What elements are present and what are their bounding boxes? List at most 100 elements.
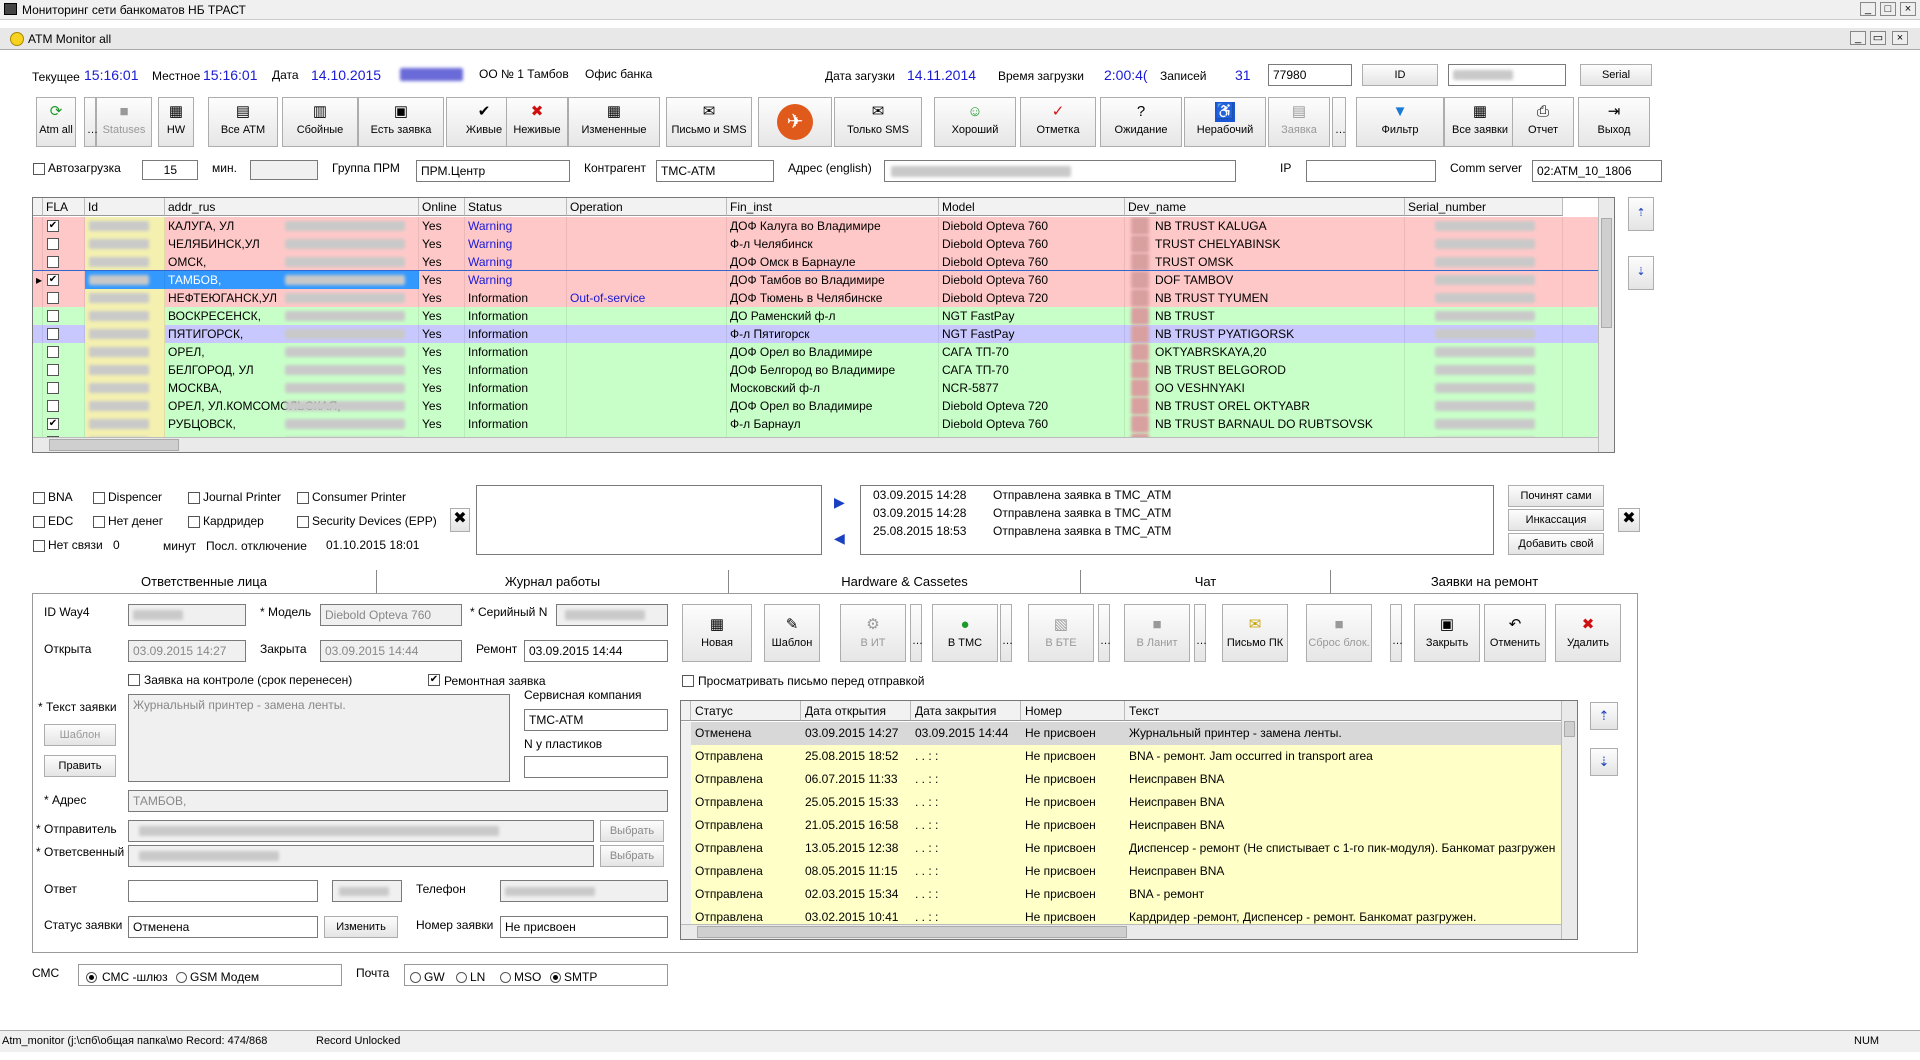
model-field[interactable]: Diebold Opteva 760 — [320, 604, 462, 626]
mdi-close-icon[interactable]: × — [1892, 31, 1908, 45]
group-field[interactable]: ПРМ.Центр — [416, 160, 570, 182]
id-button[interactable]: ID — [1362, 64, 1438, 86]
requests-header[interactable]: Дата закрытия — [911, 701, 1021, 721]
tab-chat[interactable]: Чат — [1081, 570, 1331, 594]
template-button[interactable]: Шаблон — [44, 724, 116, 746]
grid-header[interactable]: Operation — [567, 198, 727, 216]
grid-header[interactable] — [33, 198, 43, 216]
toolbar-more-icon[interactable]: … — [84, 97, 98, 147]
reset-block-request-button[interactable]: ■ Сброс блок. — [1306, 604, 1372, 662]
tab-responsible[interactable]: Ответственные лица — [32, 570, 377, 594]
choose-responsible-button[interactable]: Выбрать — [600, 845, 664, 867]
plane-button[interactable]: ✈ — [758, 97, 832, 147]
num-field[interactable]: Не присвоен — [500, 916, 668, 938]
arrow-right-icon[interactable]: ▶ — [834, 494, 845, 511]
cardreader-checkbox[interactable] — [188, 516, 200, 528]
address-form-field[interactable]: ТАМБОВ, — [128, 790, 668, 812]
row-checkbox[interactable] — [47, 382, 59, 394]
requests-header[interactable]: Дата открытия — [801, 701, 911, 721]
delete-request-button[interactable]: ✖ Удалить — [1555, 604, 1621, 662]
control-checkbox[interactable] — [128, 674, 140, 686]
ln-radio[interactable] — [456, 972, 467, 983]
table-row[interactable]: ✔ КАЛУГА, УЛ Yes Warning ДОФ Калуга во Влади… — [33, 217, 1598, 235]
all-atm-button[interactable]: ▤ Все АТМ — [208, 97, 278, 147]
table-row[interactable]: ОМСК, Yes Warning ДОФ Омск в Барнауле Diebol… — [33, 253, 1598, 271]
to-tms-request-button[interactable]: ● В ТМС — [932, 604, 998, 662]
requests-header[interactable]: Статус — [691, 701, 801, 721]
row-checkbox[interactable] — [47, 328, 59, 340]
template-request-button[interactable]: ✎ Шаблон — [764, 604, 820, 662]
request-more-icon[interactable]: … — [1098, 604, 1111, 662]
row-checkbox[interactable] — [47, 292, 59, 304]
request-row[interactable]: Отправлена 21.05.2015 16:58 . . : : Не прис… — [681, 814, 1563, 837]
row-checkbox[interactable]: ✔ — [47, 274, 59, 286]
table-row[interactable]: МОСКВА, Yes Information Московский ф-л NCR-5… — [33, 379, 1598, 397]
contractor-field[interactable]: ТМС-АТМ — [656, 160, 774, 182]
repair-request-checkbox[interactable]: ✔ — [428, 674, 440, 686]
clear-log-icon[interactable]: ✖ — [1618, 508, 1640, 532]
minimize-icon[interactable]: _ — [1860, 2, 1876, 16]
cancel-request-button[interactable]: ↶ Отменить — [1484, 604, 1546, 662]
new-request-button[interactable]: ▦ Новая — [682, 604, 752, 662]
journal-checkbox[interactable] — [188, 492, 200, 504]
dead-button[interactable]: ✖ Неживые — [506, 97, 568, 147]
statuses-button[interactable]: ■ Statuses — [96, 97, 152, 147]
only-sms-button[interactable]: ✉ Только SMS — [834, 97, 922, 147]
phone-field[interactable] — [500, 880, 668, 902]
request-row[interactable]: Отменена 03.09.2015 14:27 03.09.2015 14:44… — [681, 722, 1563, 745]
mdi-restore-icon[interactable]: ▭ — [1870, 31, 1886, 45]
mdi-minimize-icon[interactable]: _ — [1850, 31, 1866, 45]
tab-hardware[interactable]: Hardware & Cassetes — [729, 570, 1081, 594]
no-money-checkbox[interactable] — [93, 516, 105, 528]
table-row[interactable]: ▸ ✔ ТАМБОВ, Yes Warning ДОФ Тамбов во Владими… — [33, 270, 1599, 290]
table-row[interactable]: ✔ РУБЦОВСК, Yes Information Ф-л Барнаул Diebo… — [33, 415, 1598, 433]
serial-input[interactable] — [1448, 64, 1566, 86]
collection-button[interactable]: Инкассация — [1508, 509, 1604, 531]
horizontal-scrollbar[interactable] — [33, 437, 1598, 452]
row-checkbox[interactable] — [47, 256, 59, 268]
request-row[interactable]: Отправлена 25.05.2015 15:33 . . : : Не прис… — [681, 791, 1563, 814]
grid-header[interactable]: Status — [465, 198, 567, 216]
row-checkbox[interactable] — [47, 400, 59, 412]
responsible-field[interactable] — [128, 845, 594, 867]
request-more-icon[interactable]: … — [1390, 604, 1403, 662]
choose-sender-button[interactable]: Выбрать — [600, 820, 664, 842]
to-it-request-button[interactable]: ⚙ В ИТ — [840, 604, 906, 662]
clear-devices-icon[interactable]: ✖ — [450, 508, 470, 532]
to-lanit-request-button[interactable]: ■ В Ланит — [1124, 604, 1190, 662]
requests-vscrollbar[interactable] — [1561, 701, 1577, 939]
ip-field[interactable] — [1306, 160, 1436, 182]
requests-grid[interactable]: Статус Дата открытия Дата закрытия Номер Тек… — [680, 700, 1578, 940]
toolbar-more-icon[interactable]: … — [1332, 97, 1346, 147]
hw-button[interactable]: ▦ HW — [158, 97, 194, 147]
grid-header[interactable]: Online — [419, 198, 465, 216]
gsm-radio[interactable] — [176, 972, 187, 983]
requests-header[interactable] — [681, 701, 691, 721]
preview-checkbox[interactable] — [682, 675, 694, 687]
request-row[interactable]: Отправлена 02.03.2015 15:34 . . : : Не прис… — [681, 883, 1563, 906]
all-requests-button[interactable]: ▦ Все заявки — [1444, 97, 1516, 147]
request-more-icon[interactable]: … — [1194, 604, 1207, 662]
changed-button[interactable]: ▦ Измененные — [568, 97, 660, 147]
security-checkbox[interactable] — [297, 516, 309, 528]
to-bte-request-button[interactable]: ▧ В БТЕ — [1028, 604, 1094, 662]
request-row[interactable]: Отправлена 06.07.2015 11:33 . . : : Не прис… — [681, 768, 1563, 791]
arrow-left-icon[interactable]: ◀ — [834, 530, 845, 547]
smtp-radio[interactable] — [550, 972, 561, 983]
sms-gateway-radio[interactable] — [86, 972, 97, 983]
table-row[interactable]: ВОСКРЕСЕНСК, Yes Information ДО Раменский ф… — [33, 307, 1598, 325]
report-button[interactable]: ⎙ Отчет — [1512, 97, 1574, 147]
vertical-scrollbar[interactable] — [1598, 198, 1614, 452]
scroll-top-button[interactable]: ⇡ — [1628, 197, 1654, 231]
exit-button[interactable]: ⇥ Выход — [1578, 97, 1650, 147]
scroll-bottom-button[interactable]: ⇣ — [1628, 256, 1654, 290]
event-log-list[interactable]: 03.09.2015 14:28 Отправлена заявка в ТМС_… — [860, 485, 1494, 555]
table-row[interactable]: ПЯТИГОРСК, Yes Information Ф-л Пятигорск NGT… — [33, 325, 1598, 343]
edit-button[interactable]: Править — [44, 755, 116, 777]
grid-header[interactable]: Serial_number — [1405, 198, 1563, 216]
closed-field[interactable]: 03.09.2015 14:44 — [320, 640, 462, 662]
plastic-field[interactable] — [524, 756, 668, 778]
grid-header[interactable]: FLA — [43, 198, 85, 216]
comm-field[interactable]: 02:ATM_10_1806 — [1532, 160, 1662, 182]
row-checkbox[interactable] — [47, 310, 59, 322]
